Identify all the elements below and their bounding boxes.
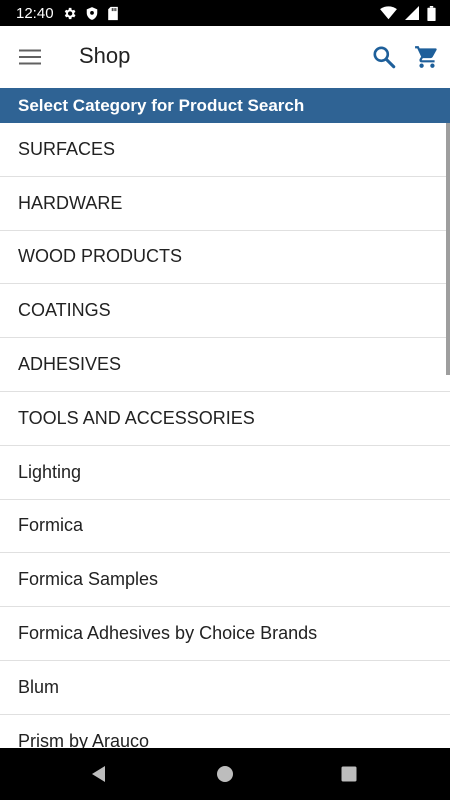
menu-icon[interactable] bbox=[18, 45, 42, 69]
status-bar: 12:40 bbox=[0, 0, 450, 26]
recents-icon[interactable] bbox=[338, 763, 360, 785]
list-item[interactable]: Blum bbox=[0, 661, 450, 715]
list-item[interactable]: TOOLS AND ACCESSORIES bbox=[0, 392, 450, 446]
cart-icon[interactable] bbox=[414, 44, 440, 70]
status-time: 12:40 bbox=[16, 4, 54, 22]
list-item[interactable]: HARDWARE bbox=[0, 177, 450, 231]
list-item[interactable]: Prism by Arauco bbox=[0, 715, 450, 748]
list-item[interactable]: Formica bbox=[0, 500, 450, 554]
list-item[interactable]: COATINGS bbox=[0, 284, 450, 339]
list-item[interactable]: SURFACES bbox=[0, 123, 450, 177]
section-header: Select Category for Product Search bbox=[0, 88, 450, 123]
back-icon[interactable] bbox=[88, 763, 110, 785]
list-item[interactable]: Lighting bbox=[0, 446, 450, 500]
category-list[interactable]: SURFACES HARDWARE WOOD PRODUCTS COATINGS… bbox=[0, 123, 450, 748]
search-icon[interactable] bbox=[371, 44, 397, 70]
list-item[interactable]: WOOD PRODUCTS bbox=[0, 231, 450, 285]
list-item[interactable]: Formica Adhesives by Choice Brands bbox=[0, 607, 450, 661]
list-item[interactable]: ADHESIVES bbox=[0, 338, 450, 392]
wifi-icon bbox=[380, 6, 397, 20]
battery-icon bbox=[427, 5, 436, 21]
status-right bbox=[380, 5, 436, 21]
page-title: Shop bbox=[79, 43, 131, 68]
nav-bar bbox=[0, 748, 450, 800]
shield-icon bbox=[85, 6, 99, 21]
home-icon[interactable] bbox=[214, 763, 236, 785]
list-item[interactable]: Formica Samples bbox=[0, 553, 450, 608]
app-bar: Shop bbox=[0, 26, 450, 88]
status-left: 12:40 bbox=[16, 5, 119, 22]
signal-icon bbox=[405, 6, 419, 20]
gear-icon bbox=[62, 6, 77, 21]
sd-card-icon bbox=[107, 6, 119, 21]
scrollbar[interactable] bbox=[446, 123, 450, 375]
